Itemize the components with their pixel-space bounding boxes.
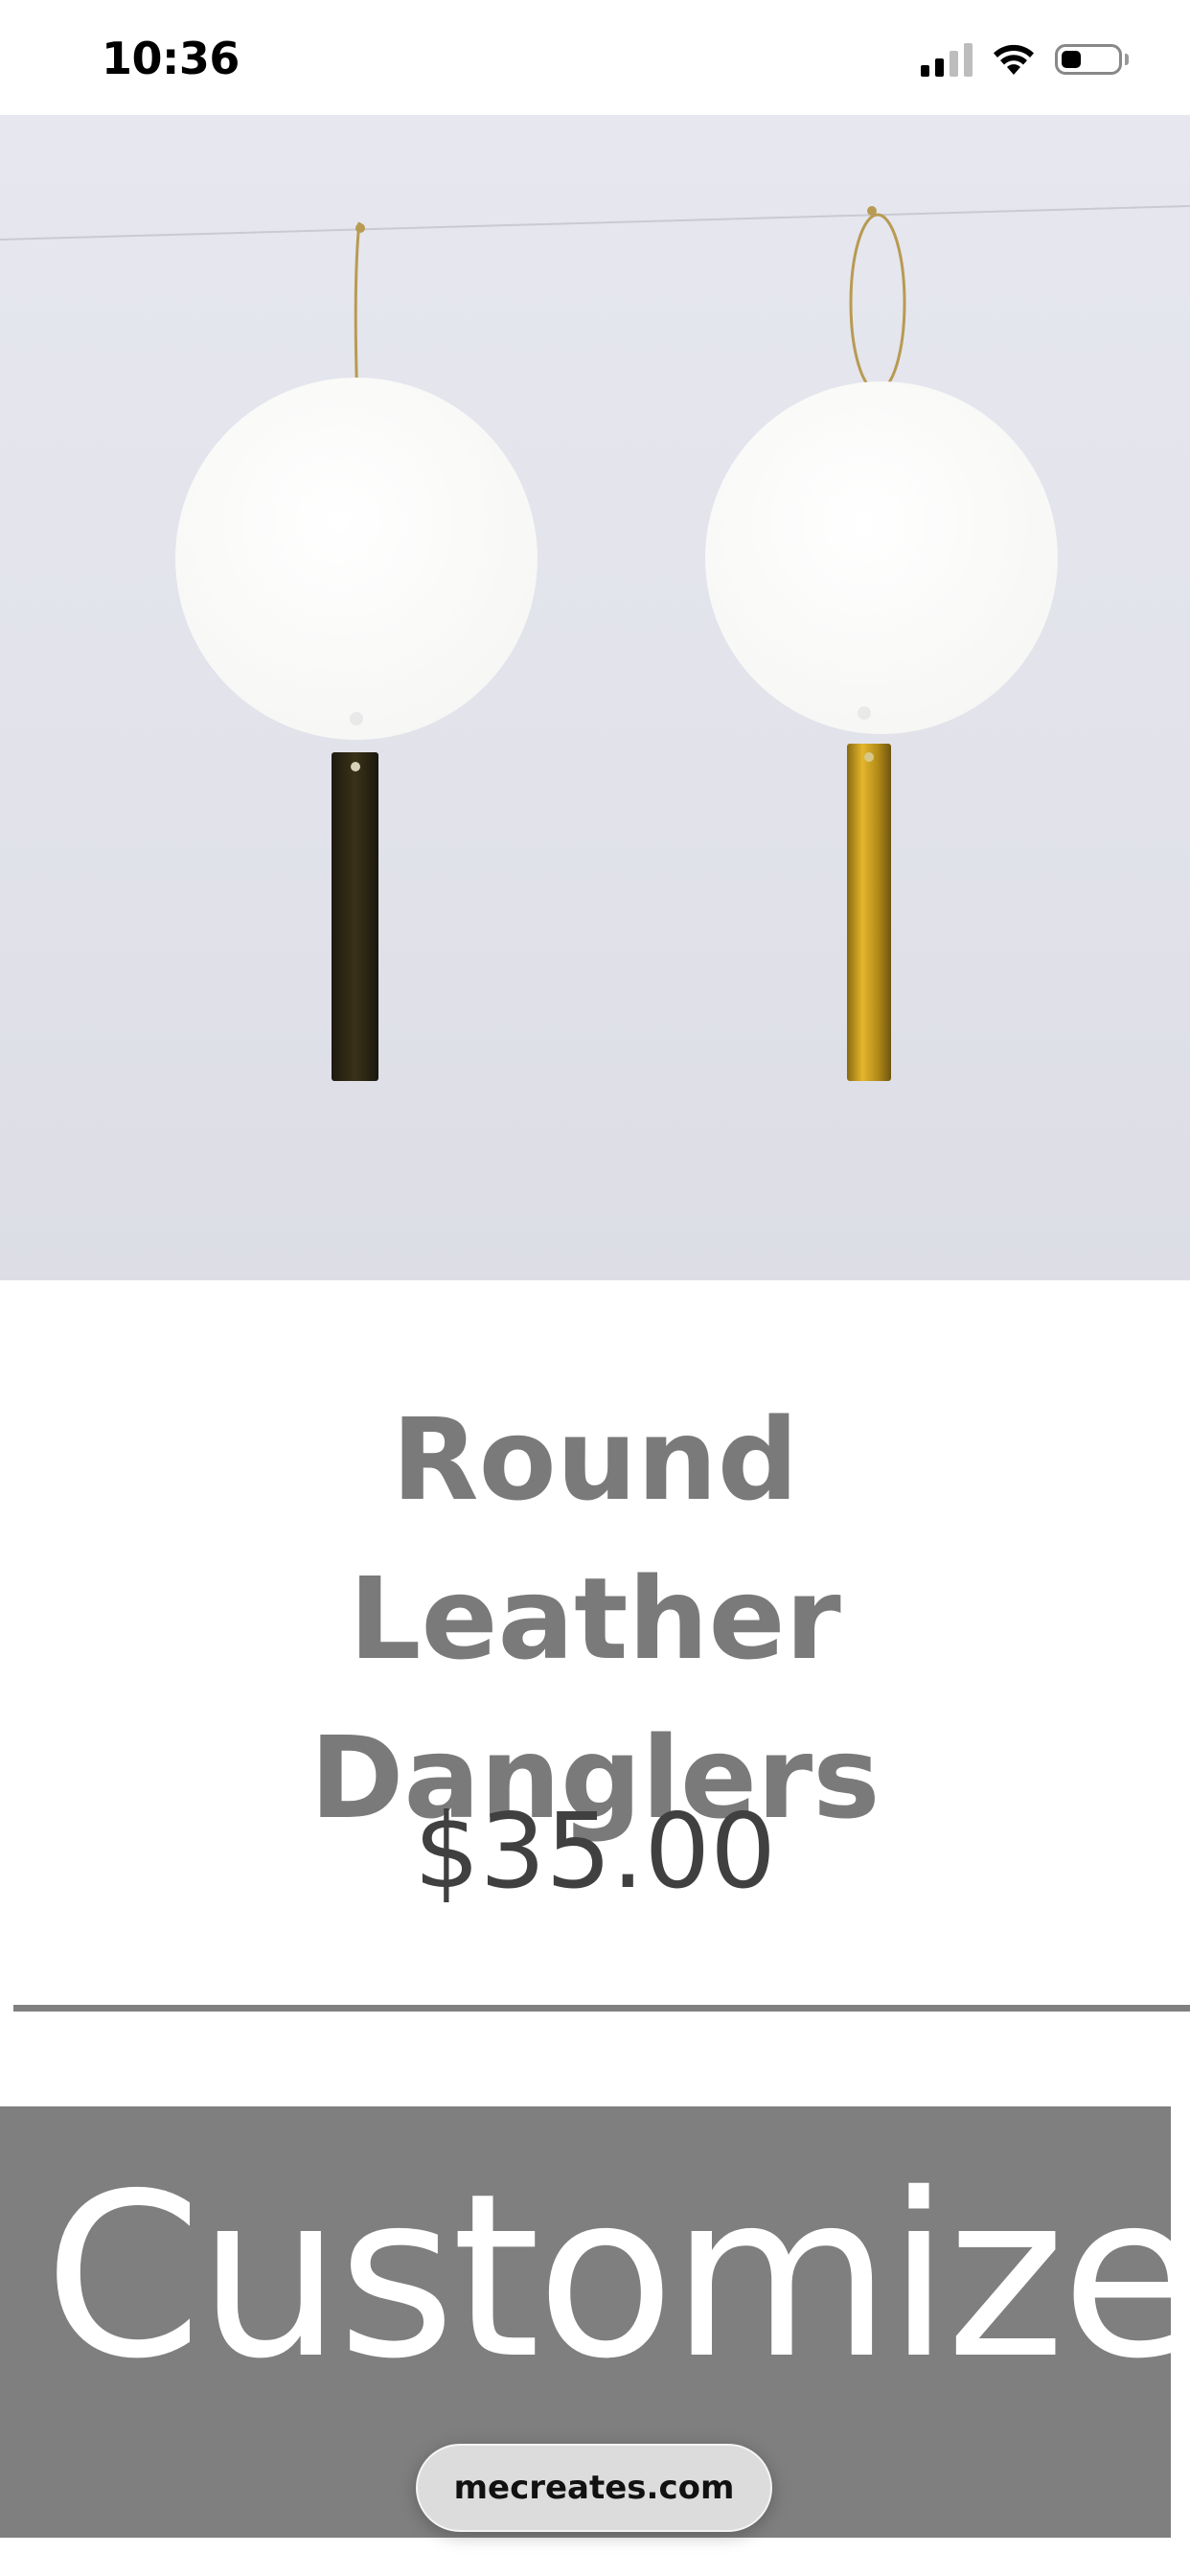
right-earring	[705, 206, 1058, 1081]
product-price: $35.00	[414, 1792, 776, 1912]
wifi-icon	[992, 42, 1036, 77]
status-bar: 10:36	[0, 0, 1190, 115]
product-title: Round Leather Danglers	[309, 1393, 881, 1844]
battery-icon	[1055, 44, 1129, 75]
left-earring	[175, 221, 538, 1081]
url-bar[interactable]: mecreates.com	[416, 2444, 772, 2532]
divider	[13, 2005, 1190, 2012]
customize-label: Customize	[44, 2145, 1171, 2408]
page-bottom	[0, 2538, 1190, 2576]
product-image[interactable]	[0, 115, 1190, 1280]
status-time: 10:36	[102, 33, 240, 84]
cellular-signal-icon	[921, 42, 973, 77]
status-icons	[921, 42, 1129, 77]
url-text: mecreates.com	[453, 2469, 735, 2507]
